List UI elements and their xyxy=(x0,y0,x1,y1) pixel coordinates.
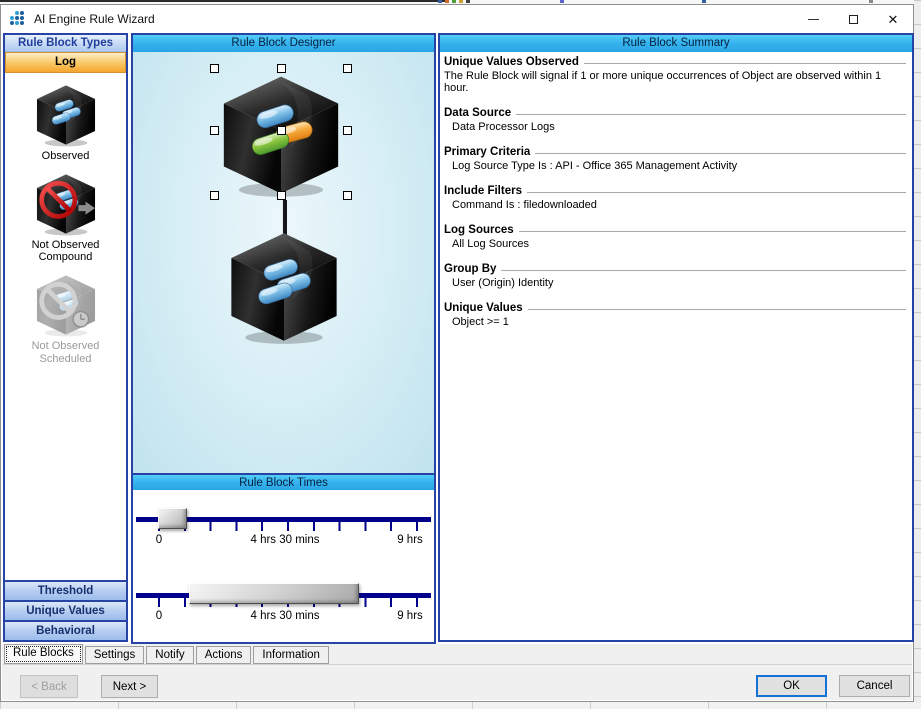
divider xyxy=(516,113,906,116)
rule-block-node-selected[interactable] xyxy=(215,72,347,198)
rule-block-node-2[interactable] xyxy=(224,229,344,345)
rule-block-designer-panel: Rule Block Designer Rule Block Times 0 4… xyxy=(131,33,436,644)
rule-block-times-header: Rule Block Times xyxy=(133,473,434,490)
designer-canvas[interactable] xyxy=(133,52,434,473)
background-sliver-bottom xyxy=(0,702,921,709)
slider1-label-max: 9 hrs xyxy=(397,534,423,546)
summary-section: Include Filters Command Is : filedownloa… xyxy=(444,185,906,211)
bottom-chrome: Rule Blocks Settings Notify Actions Info… xyxy=(2,644,912,700)
screen: AI Engine Rule Wizard ✕ Rule Block Types… xyxy=(0,0,921,709)
selection-handle[interactable] xyxy=(210,64,219,73)
divider xyxy=(518,230,906,233)
divider xyxy=(535,152,906,155)
observed-cube-icon xyxy=(33,83,99,147)
rule-block-types-panel: Rule Block Types Log Observed Not Observ… xyxy=(3,33,128,642)
selection-handle[interactable] xyxy=(343,191,352,200)
summary-section: Primary Criteria Log Source Type Is : AP… xyxy=(444,146,906,172)
rule-block-designer-header: Rule Block Designer xyxy=(133,35,434,52)
rule-block-type-list: Observed Not Observed Compound Not Obser… xyxy=(5,73,126,580)
divider xyxy=(527,308,906,311)
minimize-button[interactable] xyxy=(793,5,833,33)
wizard-button-row: < Back Next > OK Cancel xyxy=(2,675,912,702)
tab-settings[interactable]: Settings xyxy=(84,646,145,664)
time-slider-2-handle[interactable] xyxy=(189,583,359,604)
rule-block-summary-header: Rule Block Summary xyxy=(440,35,912,52)
slider2-label-mid: 4 hrs 30 mins xyxy=(250,610,320,622)
selection-handle[interactable] xyxy=(210,191,219,200)
ok-button[interactable]: OK xyxy=(756,675,827,697)
maximize-button[interactable] xyxy=(833,5,873,33)
time-slider-1-ticks xyxy=(158,519,418,531)
tab-notify[interactable]: Notify xyxy=(146,646,194,664)
summary-section: Log Sources All Log Sources xyxy=(444,224,906,250)
divider xyxy=(526,191,906,194)
not-observed-compound-icon xyxy=(33,172,99,236)
titlebar: AI Engine Rule Wizard ✕ xyxy=(1,5,913,33)
close-icon: ✕ xyxy=(887,11,899,27)
tab-rule-blocks[interactable]: Rule Blocks xyxy=(4,644,83,664)
summary-section: Unique Values Observed The Rule Block wi… xyxy=(444,56,906,94)
app-logo-dots-icon xyxy=(10,10,27,28)
summary-section: Data Source Data Processor Logs xyxy=(444,107,906,133)
rule-block-summary-panel: Rule Block Summary Unique Values Observe… xyxy=(438,33,914,642)
not-observed-scheduled-icon xyxy=(33,273,99,337)
selection-handle[interactable] xyxy=(277,64,286,73)
rule-block-times-panel: 0 4 hrs 30 mins 9 hrs 0 4 hrs 30 mins 9 … xyxy=(133,490,434,642)
selection-handle[interactable] xyxy=(343,126,352,135)
slider1-label-min: 0 xyxy=(155,534,163,546)
background-sliver-right xyxy=(914,0,921,709)
slider1-label-mid: 4 hrs 30 mins xyxy=(250,534,320,546)
slider2-label-max: 9 hrs xyxy=(397,610,423,622)
maximize-icon xyxy=(848,14,858,24)
ai-engine-rule-wizard-dialog: AI Engine Rule Wizard ✕ Rule Block Types… xyxy=(0,4,914,702)
selection-handle[interactable] xyxy=(277,191,286,200)
rule-block-types-header: Rule Block Types xyxy=(5,35,126,52)
window-title: AI Engine Rule Wizard xyxy=(34,12,155,26)
divider xyxy=(501,269,906,272)
selection-handle[interactable] xyxy=(343,64,352,73)
tab-actions[interactable]: Actions xyxy=(195,646,252,664)
category-button-behavioral[interactable]: Behavioral xyxy=(5,620,126,640)
selection-handle[interactable] xyxy=(210,126,219,135)
category-button-threshold[interactable]: Threshold xyxy=(5,580,126,600)
divider xyxy=(583,62,906,65)
selection-handle-center[interactable] xyxy=(277,126,286,135)
cancel-button[interactable]: Cancel xyxy=(839,675,910,697)
type-item-not-observed-compound[interactable]: Not Observed Compound xyxy=(16,172,116,264)
type-item-not-observed-scheduled: Not Observed Scheduled xyxy=(16,273,116,365)
time-slider-1-handle[interactable] xyxy=(158,508,187,529)
close-button[interactable]: ✕ xyxy=(873,5,913,33)
category-button-log[interactable]: Log xyxy=(5,52,126,73)
slider2-label-min: 0 xyxy=(155,610,163,622)
summary-section: Unique Values Object >= 1 xyxy=(444,302,906,328)
summary-section: Group By User (Origin) Identity xyxy=(444,263,906,289)
back-button[interactable]: < Back xyxy=(20,675,78,698)
next-button[interactable]: Next > xyxy=(101,675,158,698)
summary-body: Unique Values Observed The Rule Block wi… xyxy=(440,52,912,328)
type-item-observed[interactable]: Observed xyxy=(16,83,116,163)
tab-information[interactable]: Information xyxy=(253,646,329,664)
wizard-tab-strip: Rule Blocks Settings Notify Actions Info… xyxy=(3,644,912,665)
category-button-unique-values[interactable]: Unique Values xyxy=(5,600,126,620)
minimize-icon xyxy=(807,18,819,20)
